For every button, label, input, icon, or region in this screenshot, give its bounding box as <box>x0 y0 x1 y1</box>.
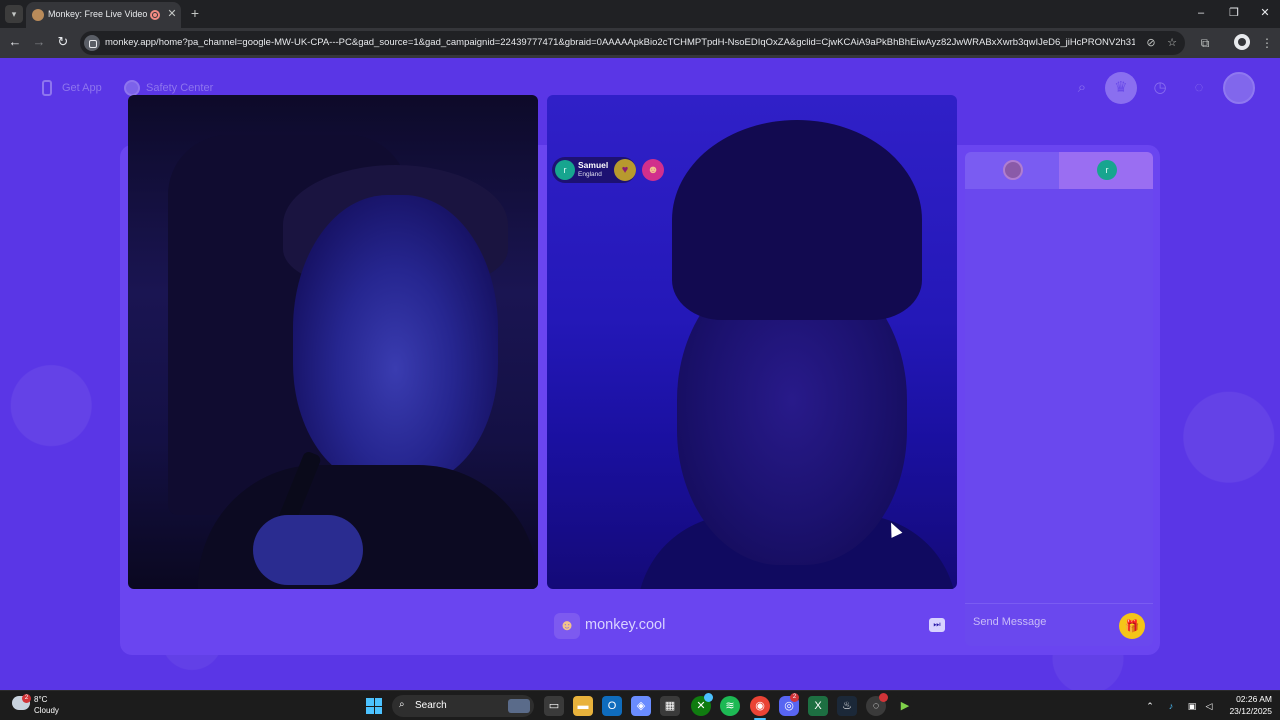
forward-arrow-icon[interactable]: → <box>31 34 47 50</box>
eye-off-icon[interactable]: ⊘ <box>1143 35 1159 51</box>
weather-condition[interactable]: Cloudy <box>34 706 59 715</box>
windows-taskbar: 2 8°C Cloudy ⌕ Search ▭ ▬ O ◈ ▦ ✕ ≋ ◉ ◎ … <box>0 690 1280 720</box>
monkey-badge-icon[interactable]: ☻ <box>642 159 664 181</box>
peer-tab-avatar: r <box>1097 160 1117 180</box>
app-alert-badge <box>879 693 888 702</box>
skip-forward-icon[interactable]: ⏭ <box>929 618 945 632</box>
chat-bubble-icon[interactable]: ◌ <box>1183 72 1215 104</box>
monkey-logo-icon: ☻ <box>554 613 580 639</box>
get-app-button[interactable]: Get App <box>28 73 114 103</box>
minimize-icon[interactable]: – <box>1192 5 1210 21</box>
crown-icon[interactable]: ♛ <box>1105 72 1137 104</box>
chat-panel: r 🎁 <box>965 152 1153 646</box>
clock-date[interactable]: 23/12/2025 <box>1220 706 1272 716</box>
heart-badge-icon[interactable]: ♥ <box>614 159 636 181</box>
search-label: Search <box>415 700 447 711</box>
search-icon[interactable]: ⌕ <box>1066 72 1098 104</box>
video-person-hand <box>253 515 363 585</box>
tab-title: Monkey: Free Live Video Chat <box>48 9 148 19</box>
browser-tab[interactable]: Monkey: Free Live Video Chat ✕ <box>26 2 181 28</box>
tab-close-icon[interactable]: ✕ <box>166 7 178 21</box>
watermark-text: monkey.cool <box>585 617 666 633</box>
phone-icon <box>42 80 52 96</box>
new-tab-plus-icon[interactable]: + <box>187 5 203 21</box>
task-view-icon[interactable]: ▭ <box>544 696 564 716</box>
site-info-icon[interactable] <box>84 35 100 51</box>
local-video-feed <box>128 95 538 589</box>
copilot-icon[interactable]: ◈ <box>631 696 651 716</box>
discord-badge: 2 <box>790 693 799 702</box>
window-close-icon[interactable]: ✕ <box>1256 5 1274 21</box>
chat-tab-peer[interactable]: r <box>1059 152 1153 189</box>
volume-icon[interactable]: ◁ <box>1202 699 1216 713</box>
gift-icon[interactable]: 🎁 <box>1119 613 1145 639</box>
search-highlight-icon <box>508 699 530 713</box>
taskbar-search[interactable]: ⌕ Search <box>392 695 534 717</box>
bookmark-star-icon[interactable]: ☆ <box>1164 35 1180 51</box>
windows-start-icon[interactable] <box>366 698 382 714</box>
store-icon[interactable]: ▦ <box>660 696 680 716</box>
terminal-icon[interactable]: ▶ <box>895 696 915 716</box>
spotify-icon[interactable]: ≋ <box>720 696 740 716</box>
kebab-menu-icon[interactable]: ⋮ <box>1258 34 1276 52</box>
peer-avatar: r <box>555 160 575 180</box>
browser-toolbar: ← → ↻ monkey.app/home?pa_channel=google-… <box>0 28 1280 58</box>
user-avatar[interactable] <box>1223 72 1255 104</box>
message-bar: 🎁 <box>965 603 1153 646</box>
shield-icon <box>124 80 140 96</box>
back-arrow-icon[interactable]: ← <box>7 34 23 50</box>
video-person-face <box>293 195 498 485</box>
restore-icon[interactable]: ❐ <box>1225 5 1243 21</box>
microphone-icon[interactable]: ♪ <box>1164 699 1178 713</box>
excel-icon[interactable]: X <box>808 696 828 716</box>
weather-badge: 2 <box>22 694 31 703</box>
search-icon: ⌕ <box>399 699 405 710</box>
weather-temperature[interactable]: 8°C <box>34 695 47 704</box>
peer-name: Samuel <box>578 160 609 170</box>
steam-icon[interactable]: ♨ <box>837 696 857 716</box>
chat-tab-self[interactable] <box>965 152 1059 189</box>
tray-chevron-up-icon[interactable]: ⌃ <box>1143 699 1157 713</box>
clock-time[interactable]: 02:26 AM <box>1224 694 1272 704</box>
history-icon[interactable]: ◷ <box>1144 72 1176 104</box>
monkey-favicon-icon <box>32 9 44 21</box>
self-avatar <box>1003 160 1023 180</box>
profile-icon[interactable] <box>1234 34 1250 50</box>
chrome-icon[interactable]: ◉ <box>750 696 770 716</box>
reload-icon[interactable]: ↻ <box>55 34 71 50</box>
recording-icon <box>150 10 160 20</box>
safety-center-label: Safety Center <box>146 82 214 94</box>
chat-tabs: r <box>965 152 1153 189</box>
remote-person-beanie <box>672 120 922 320</box>
send-message-input[interactable] <box>973 612 1113 632</box>
tab-list-chevron-down-icon[interactable]: ▾ <box>5 5 23 23</box>
address-bar[interactable]: monkey.app/home?pa_channel=google-MW-UK-… <box>80 31 1185 55</box>
browser-tab-bar: ▾ Monkey: Free Live Video Chat ✕ + – ❐ ✕ <box>0 0 1280 28</box>
file-explorer-icon[interactable]: ▬ <box>573 696 593 716</box>
xbox-badge <box>704 693 713 702</box>
url-text[interactable]: monkey.app/home?pa_channel=google-MW-UK-… <box>105 37 1135 48</box>
get-app-label: Get App <box>62 82 102 94</box>
extensions-puzzle-icon[interactable]: ⧉ <box>1196 34 1214 52</box>
outlook-icon[interactable]: O <box>602 696 622 716</box>
peer-country: England <box>578 171 602 178</box>
network-icon[interactable]: ▣ <box>1185 699 1199 713</box>
